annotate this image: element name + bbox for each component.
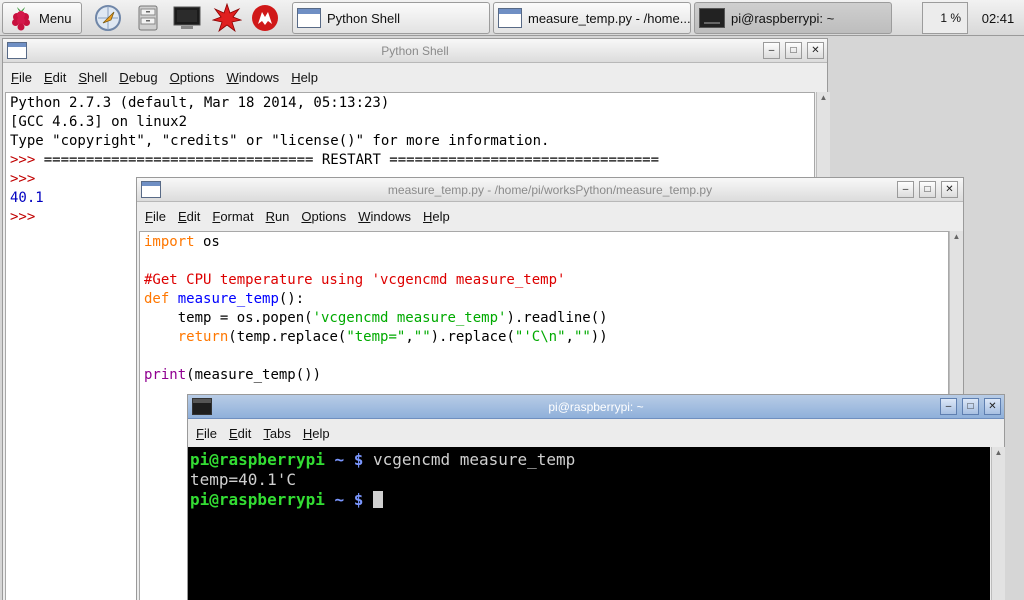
code-string: 'vcgencmd measure_temp' xyxy=(312,310,507,326)
menu-windows[interactable]: Windows xyxy=(226,70,279,85)
terminal-window: pi@raspberrypi: ~ – □ ✕ File Edit Tabs H… xyxy=(187,394,1005,600)
code-text: (measure_temp()) xyxy=(186,367,322,383)
menubar: File Edit Shell Debug Options Windows He… xyxy=(3,64,827,90)
code-comment: #Get CPU temperature using 'vcgencmd mea… xyxy=(144,272,566,288)
terminal-launcher-icon[interactable] xyxy=(172,3,202,33)
raspberry-icon xyxy=(12,7,30,31)
task-python-shell[interactable]: Python Shell xyxy=(292,2,490,34)
terminal-result: temp=40.1'C xyxy=(190,470,296,489)
menu-file[interactable]: File xyxy=(11,70,32,85)
code-text: , xyxy=(405,329,414,345)
titlebar[interactable]: Python Shell – □ ✕ xyxy=(3,39,827,63)
code-string: "" xyxy=(413,329,431,345)
maximize-button[interactable]: □ xyxy=(962,398,979,415)
taskbar: Menu Python Shell measure_temp.py - /hom… xyxy=(0,0,1024,36)
menu-file[interactable]: File xyxy=(145,209,166,224)
task-label: measure_temp.py - /home... xyxy=(528,10,691,26)
menubar: File Edit Format Run Options Windows Hel… xyxy=(137,203,963,229)
scroll-up-icon[interactable]: ▲ xyxy=(993,447,1004,459)
window-title: pi@raspberrypi: ~ xyxy=(548,400,644,414)
builtin: print xyxy=(144,367,187,383)
menu-edit[interactable]: Edit xyxy=(44,70,66,85)
file-manager-icon[interactable] xyxy=(133,3,163,33)
close-button[interactable]: ✕ xyxy=(807,42,824,59)
shell-prompt: >>> xyxy=(10,171,36,187)
terminal-command: vcgencmd measure_temp xyxy=(363,450,576,469)
web-browser-icon[interactable] xyxy=(93,3,123,33)
code-text: , xyxy=(565,329,574,345)
terminal-icon xyxy=(699,8,725,28)
menu-format[interactable]: Format xyxy=(212,209,253,224)
cpu-monitor[interactable]: 1 % xyxy=(922,2,968,34)
code-string: "" xyxy=(573,329,591,345)
terminal-output[interactable]: pi@raspberrypi ~ $ vcgencmd measure_temp… xyxy=(188,447,990,600)
shell-prompt: >>> xyxy=(10,152,44,168)
code-text: os xyxy=(194,234,220,250)
task-label: Python Shell xyxy=(327,10,400,26)
minimize-button[interactable]: – xyxy=(897,181,914,198)
code-text: (temp.replace( xyxy=(228,329,347,345)
math-kernel-icon[interactable] xyxy=(211,2,243,33)
terminal-path: ~ $ xyxy=(324,490,364,509)
text-cursor xyxy=(373,491,384,508)
minimize-button[interactable]: – xyxy=(763,42,780,59)
code-text: ).replace( xyxy=(430,329,515,345)
menubar: File Edit Tabs Help xyxy=(188,420,1004,446)
menu-edit[interactable]: Edit xyxy=(178,209,200,224)
minimize-button[interactable]: – xyxy=(940,398,957,415)
window-title: measure_temp.py - /home/pi/worksPython/m… xyxy=(387,183,713,197)
code-text: (): xyxy=(278,291,305,307)
code-text: ).readline() xyxy=(506,310,608,326)
window-icon xyxy=(297,8,321,28)
menu-debug[interactable]: Debug xyxy=(119,70,157,85)
menu-options[interactable]: Options xyxy=(301,209,346,224)
menu-help[interactable]: Help xyxy=(303,426,330,441)
menu-file[interactable]: File xyxy=(196,426,217,441)
shell-prompt: >>> xyxy=(10,209,36,225)
close-button[interactable]: ✕ xyxy=(941,181,958,198)
window-icon xyxy=(498,8,522,28)
scroll-up-icon[interactable]: ▲ xyxy=(818,92,829,104)
code-text: )) xyxy=(590,329,608,345)
menu-windows[interactable]: Windows xyxy=(358,209,411,224)
close-button[interactable]: ✕ xyxy=(984,398,1001,415)
terminal-user: pi@raspberrypi xyxy=(190,490,325,509)
menu-edit[interactable]: Edit xyxy=(229,426,251,441)
titlebar[interactable]: measure_temp.py - /home/pi/worksPython/m… xyxy=(137,178,963,202)
shell-line: [GCC 4.6.3] on linux2 xyxy=(10,114,188,130)
code-string: "'C\n" xyxy=(514,329,566,345)
menu-button[interactable]: Menu xyxy=(2,2,82,34)
maximize-button[interactable]: □ xyxy=(919,181,936,198)
maximize-button[interactable]: □ xyxy=(785,42,802,59)
clock[interactable]: 02:41 xyxy=(972,0,1024,36)
shell-output: 40.1 xyxy=(10,190,44,206)
menu-help[interactable]: Help xyxy=(291,70,318,85)
menu-help[interactable]: Help xyxy=(423,209,450,224)
menu-label: Menu xyxy=(39,10,72,26)
titlebar[interactable]: pi@raspberrypi: ~ – □ ✕ xyxy=(188,395,1004,419)
code-string: "temp=" xyxy=(346,329,406,345)
menu-options[interactable]: Options xyxy=(170,70,215,85)
scroll-up-icon[interactable]: ▲ xyxy=(951,231,962,243)
menu-shell[interactable]: Shell xyxy=(78,70,107,85)
window-title: Python Shell xyxy=(381,44,449,58)
terminal-path: ~ $ xyxy=(324,450,364,469)
menu-run[interactable]: Run xyxy=(266,209,290,224)
wolfram-icon[interactable] xyxy=(250,3,280,33)
task-label: pi@raspberrypi: ~ xyxy=(731,10,835,26)
terminal-user: pi@raspberrypi xyxy=(190,450,325,469)
vertical-scrollbar[interactable]: ▲ xyxy=(991,447,1005,600)
code-text: temp = os.popen( xyxy=(144,310,313,326)
keyword: def xyxy=(144,291,170,307)
task-terminal[interactable]: pi@raspberrypi: ~ xyxy=(694,2,892,34)
keyword: return xyxy=(177,329,229,345)
shell-line: Type "copyright", "credits" or "license(… xyxy=(10,133,550,149)
shell-line: Python 2.7.3 (default, Mar 18 2014, 05:1… xyxy=(10,95,390,111)
keyword: import xyxy=(144,234,195,250)
restart-line: ================================ RESTART… xyxy=(43,152,660,168)
task-measure-temp[interactable]: measure_temp.py - /home... xyxy=(493,2,691,34)
function-name: measure_temp xyxy=(169,291,279,307)
menu-tabs[interactable]: Tabs xyxy=(263,426,290,441)
